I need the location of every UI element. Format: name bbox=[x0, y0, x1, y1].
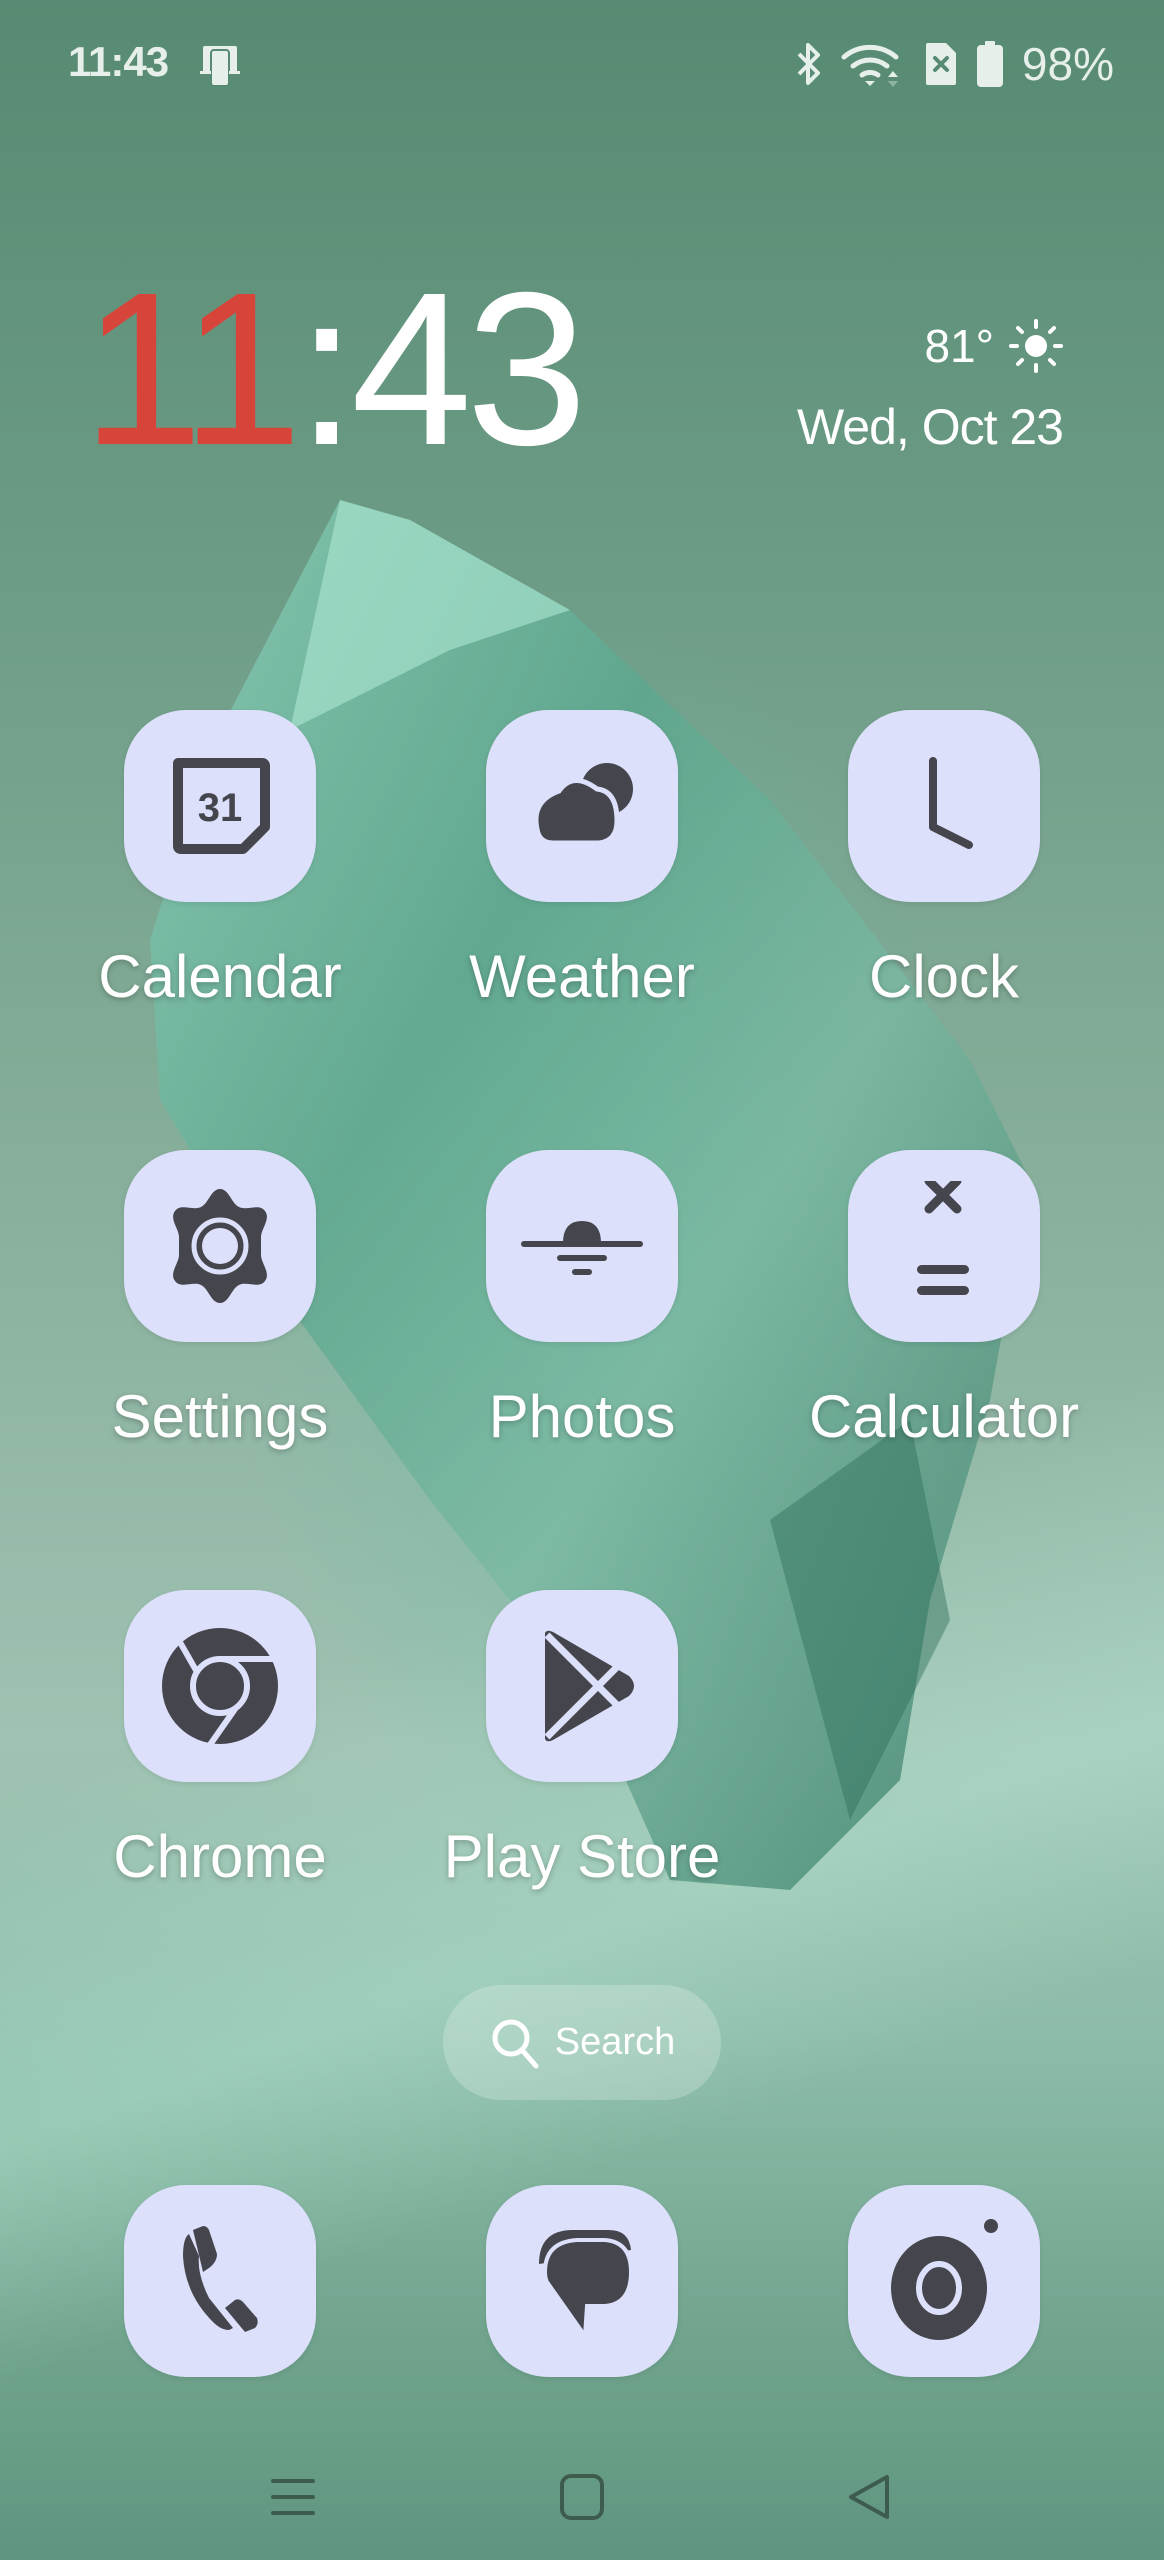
app-label: Clock bbox=[868, 943, 1020, 1010]
back-button[interactable] bbox=[834, 2462, 904, 2532]
weather-widget[interactable]: 81° bbox=[924, 318, 1064, 374]
sim-missing-icon bbox=[925, 43, 956, 85]
status-icons: 98% bbox=[796, 36, 1114, 92]
app-calendar[interactable]: 31 Calendar bbox=[70, 710, 370, 1011]
home-button[interactable] bbox=[547, 2462, 617, 2532]
messages-icon bbox=[539, 2230, 634, 2342]
calculator-icon bbox=[917, 1181, 969, 1295]
app-icon-tile[interactable] bbox=[848, 1150, 1040, 1342]
app-icon-tile[interactable] bbox=[486, 2185, 678, 2377]
phone-icon bbox=[183, 2226, 258, 2332]
app-label: Weather bbox=[469, 943, 695, 1010]
search-button[interactable]: Search bbox=[443, 1985, 721, 2100]
app-icon-tile[interactable] bbox=[124, 1150, 316, 1342]
app-weather[interactable]: Weather bbox=[432, 710, 732, 1011]
app-icon-tile[interactable] bbox=[848, 2185, 1040, 2377]
app-label: Play Store bbox=[443, 1823, 721, 1890]
app-icon-tile[interactable]: 31 bbox=[124, 710, 316, 902]
sunset-icon bbox=[521, 1221, 643, 1275]
app-icon-tile[interactable] bbox=[486, 1590, 678, 1782]
date-label[interactable]: Wed, Oct 23 bbox=[797, 398, 1064, 456]
app-icon-tile[interactable] bbox=[486, 1150, 678, 1342]
calendar-icon: 31 bbox=[173, 758, 270, 854]
app-chrome[interactable]: Chrome bbox=[70, 1590, 370, 1891]
clock-minutes: :43 bbox=[296, 248, 587, 491]
status-bar: 11:43 98% bbox=[0, 0, 1164, 130]
app-photos[interactable]: Photos bbox=[432, 1150, 732, 1451]
clock-icon bbox=[929, 757, 973, 849]
play-store-icon bbox=[544, 1630, 634, 1742]
recents-icon bbox=[271, 2479, 315, 2515]
app-settings[interactable]: Settings bbox=[70, 1150, 370, 1451]
battery-percent: 98% bbox=[1021, 38, 1114, 90]
clock-hour: 11 bbox=[82, 248, 302, 491]
screen-mirroring-icon bbox=[200, 46, 240, 87]
dock-messages[interactable] bbox=[486, 2185, 678, 2377]
home-icon bbox=[560, 2474, 604, 2520]
app-icon-tile[interactable] bbox=[124, 2185, 316, 2377]
app-icon-tile[interactable] bbox=[486, 710, 678, 902]
camera-icon bbox=[891, 2219, 998, 2340]
calendar-day: 31 bbox=[198, 786, 243, 830]
clock-widget[interactable]: 11:43 bbox=[82, 261, 587, 479]
gear-icon bbox=[173, 1189, 267, 1303]
app-icon-tile[interactable] bbox=[124, 1590, 316, 1782]
chrome-icon bbox=[162, 1621, 278, 1751]
dock-phone[interactable] bbox=[124, 2185, 316, 2377]
dock-camera[interactable] bbox=[848, 2185, 1040, 2377]
bluetooth-icon bbox=[797, 43, 820, 85]
status-time: 11:43 bbox=[68, 38, 169, 85]
back-icon bbox=[849, 2475, 889, 2519]
search-icon bbox=[492, 2019, 539, 2068]
app-calculator[interactable]: Calculator bbox=[794, 1150, 1094, 1451]
app-play-store[interactable]: Play Store bbox=[432, 1590, 732, 1891]
app-label: Calculator bbox=[808, 1383, 1080, 1450]
app-label: Calendar bbox=[98, 943, 342, 1010]
app-label: Chrome bbox=[113, 1823, 327, 1890]
app-label: Settings bbox=[111, 1383, 329, 1450]
app-clock[interactable]: Clock bbox=[794, 710, 1094, 1011]
battery-icon bbox=[976, 41, 1003, 87]
recents-button[interactable] bbox=[258, 2462, 328, 2532]
app-icon-tile[interactable] bbox=[848, 710, 1040, 902]
temperature: 81° bbox=[924, 320, 994, 372]
sun-icon bbox=[1009, 319, 1063, 373]
app-label: Photos bbox=[488, 1383, 676, 1450]
wifi-icon bbox=[841, 44, 899, 87]
search-label: Search bbox=[554, 2021, 676, 2063]
cloud-icon bbox=[533, 763, 633, 846]
